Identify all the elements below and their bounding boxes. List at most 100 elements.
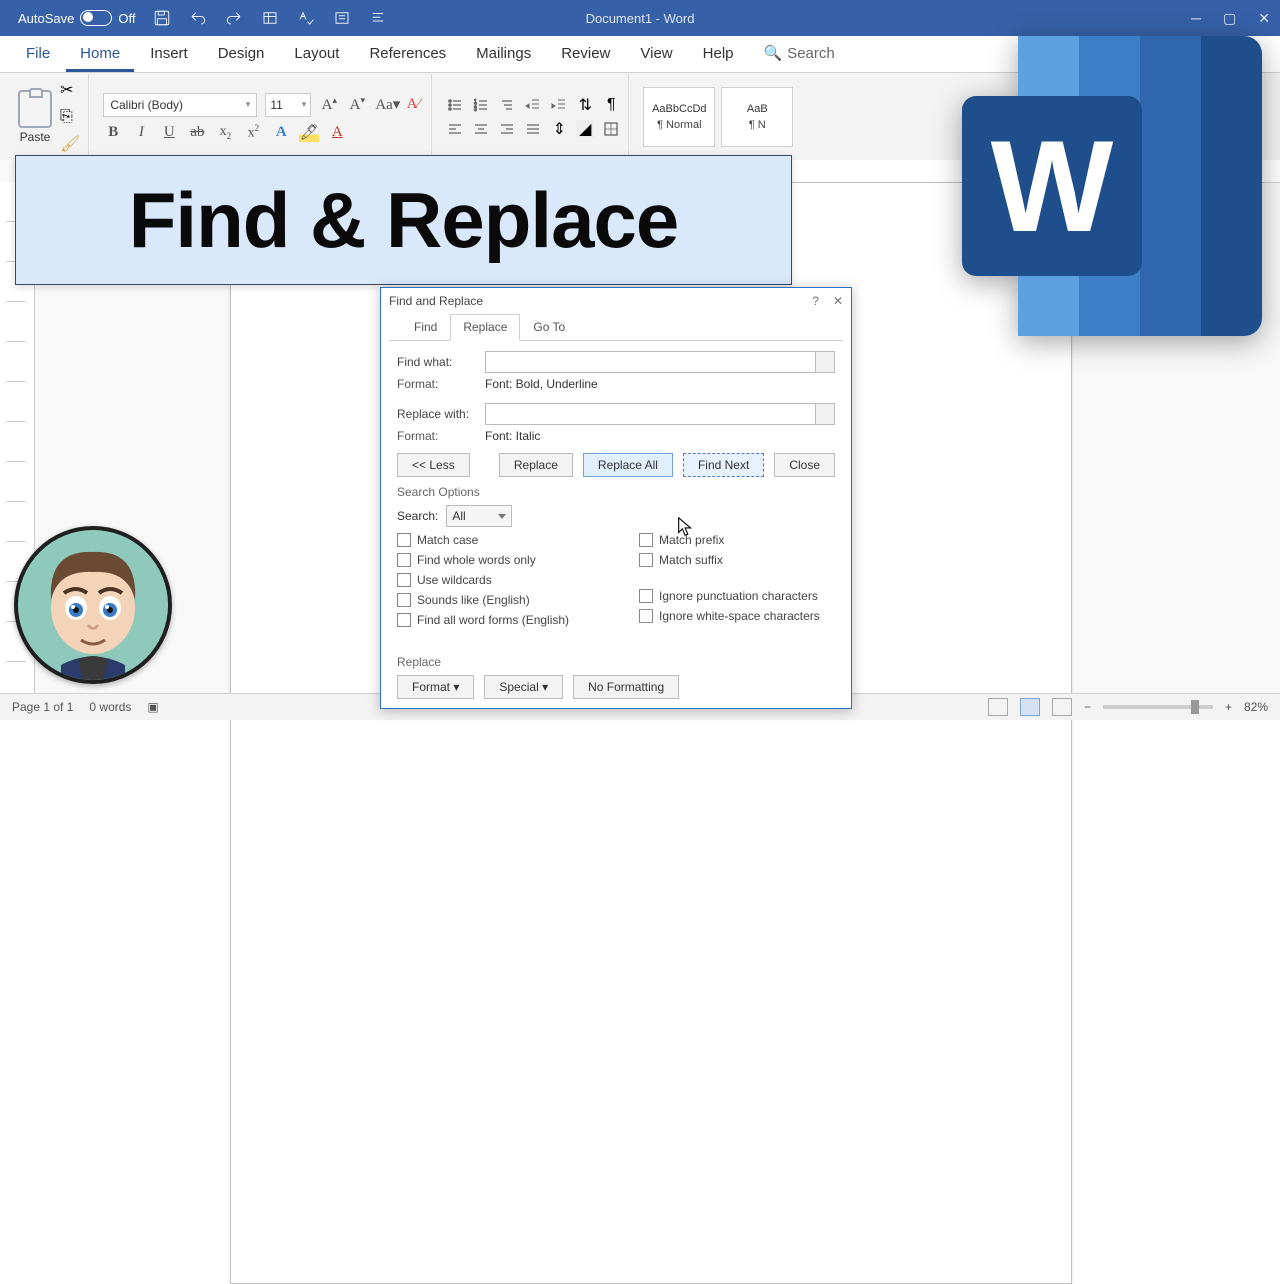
bold-button[interactable]: B: [103, 124, 123, 141]
numbering-icon[interactable]: 123: [472, 96, 490, 114]
multilevel-icon[interactable]: [498, 96, 516, 114]
zoom-level[interactable]: 82%: [1244, 700, 1268, 714]
chk-match-suffix[interactable]: Match suffix: [639, 553, 820, 567]
dialog-help-button[interactable]: ?: [812, 294, 819, 308]
align-left-icon[interactable]: [446, 120, 464, 138]
special-menu-button[interactable]: Special ▾: [484, 675, 563, 699]
chk-ignore-ws[interactable]: Ignore white-space characters: [639, 609, 820, 623]
view-web-icon[interactable]: [1052, 698, 1072, 716]
proofing-icon[interactable]: ▣: [147, 700, 158, 714]
align-center-icon[interactable]: [472, 120, 490, 138]
replace-all-button[interactable]: Replace All: [583, 453, 673, 477]
style-sample-2: AaB: [747, 103, 768, 115]
chk-ignore-punct[interactable]: Ignore punctuation characters: [639, 589, 820, 603]
tab-home[interactable]: Home: [66, 39, 134, 72]
shading-icon[interactable]: ◢: [576, 120, 594, 138]
tab-design[interactable]: Design: [204, 39, 279, 72]
chk-word-forms[interactable]: Find all word forms (English): [397, 613, 569, 627]
tab-references[interactable]: References: [355, 39, 460, 72]
font-size-dropdown[interactable]: 11▾: [265, 93, 311, 117]
view-print-icon[interactable]: [1020, 698, 1040, 716]
close-button[interactable]: ✕: [1258, 10, 1270, 27]
tab-insert[interactable]: Insert: [136, 39, 202, 72]
line-spacing-icon[interactable]: ⇕: [550, 120, 568, 138]
paste-button[interactable]: Paste: [18, 90, 52, 144]
dlg-close-button[interactable]: Close: [774, 453, 835, 477]
tab-help[interactable]: Help: [689, 39, 748, 72]
no-formatting-button[interactable]: No Formatting: [573, 675, 679, 699]
tab-mailings[interactable]: Mailings: [462, 39, 545, 72]
replace-format-label: Format:: [397, 429, 475, 443]
find-next-button[interactable]: Find Next: [683, 453, 764, 477]
dialog-close-button[interactable]: ✕: [833, 294, 843, 308]
qat-icon-2[interactable]: [333, 9, 351, 27]
replace-button[interactable]: Replace: [499, 453, 573, 477]
justify-icon[interactable]: [524, 120, 542, 138]
format-painter-icon[interactable]: 🖌: [60, 134, 80, 154]
cut-icon[interactable]: ✂: [60, 80, 80, 100]
decrease-indent-icon[interactable]: [524, 96, 542, 114]
save-icon[interactable]: [153, 9, 171, 27]
change-case-icon[interactable]: Aa▾: [375, 95, 395, 114]
undo-icon[interactable]: [189, 9, 207, 27]
style-2[interactable]: AaB ¶ N: [721, 87, 793, 147]
word-count[interactable]: 0 words: [89, 700, 131, 714]
text-effects-icon[interactable]: A: [271, 124, 291, 141]
zoom-out-button[interactable]: −: [1084, 700, 1091, 714]
strikethrough-button[interactable]: ab: [187, 124, 207, 141]
view-read-icon[interactable]: [988, 698, 1008, 716]
tab-layout[interactable]: Layout: [280, 39, 353, 72]
style-normal[interactable]: AaBbCcDd ¶ Normal: [643, 87, 715, 147]
pilcrow-icon[interactable]: ¶: [602, 96, 620, 114]
tab-view[interactable]: View: [626, 39, 686, 72]
dlg-tab-replace[interactable]: Replace: [450, 314, 520, 341]
search-scope-label: Search:: [397, 509, 438, 523]
tab-search[interactable]: 🔍Search: [750, 38, 849, 72]
maximize-button[interactable]: ▢: [1223, 10, 1236, 27]
grow-font-icon[interactable]: A▴: [319, 95, 339, 114]
subscript-button[interactable]: x2: [215, 124, 235, 141]
replace-with-input[interactable]: [485, 403, 835, 425]
find-replace-dialog: Find and Replace ? ✕ Find Replace Go To F…: [380, 287, 852, 709]
chk-match-prefix[interactable]: Match prefix: [639, 533, 820, 547]
qat-icon-1[interactable]: [261, 9, 279, 27]
dialog-title: Find and Replace: [389, 294, 483, 308]
tab-review[interactable]: Review: [547, 39, 624, 72]
highlight-icon[interactable]: 🖊: [299, 123, 319, 142]
align-right-icon[interactable]: [498, 120, 516, 138]
copy-icon[interactable]: ⎘: [60, 108, 80, 126]
chk-wildcards[interactable]: Use wildcards: [397, 573, 569, 587]
font-name-dropdown[interactable]: Calibri (Body)▾: [103, 93, 257, 117]
underline-button[interactable]: U: [159, 124, 179, 141]
page-status[interactable]: Page 1 of 1: [12, 700, 73, 714]
chk-sounds-like[interactable]: Sounds like (English): [397, 593, 569, 607]
qat-icon-3[interactable]: [369, 9, 387, 27]
increase-indent-icon[interactable]: [550, 96, 568, 114]
italic-button[interactable]: I: [131, 124, 151, 141]
format-menu-button[interactable]: Format ▾: [397, 675, 474, 699]
less-button[interactable]: << Less: [397, 453, 470, 477]
search-scope-dropdown[interactable]: All: [446, 505, 512, 527]
dlg-tab-goto[interactable]: Go To: [520, 314, 578, 340]
minimize-button[interactable]: ─: [1191, 10, 1201, 26]
shrink-font-icon[interactable]: A▾: [347, 95, 367, 114]
clipboard-icon: [18, 90, 52, 128]
zoom-in-button[interactable]: +: [1225, 700, 1232, 714]
bullets-icon[interactable]: [446, 96, 464, 114]
dlg-tab-find[interactable]: Find: [401, 314, 450, 340]
sort-icon[interactable]: ⇅: [576, 96, 594, 114]
find-what-label: Find what:: [397, 355, 475, 369]
tab-file[interactable]: File: [12, 39, 64, 72]
find-what-input[interactable]: [485, 351, 835, 373]
zoom-slider[interactable]: [1103, 705, 1213, 709]
superscript-button[interactable]: x2: [243, 123, 263, 142]
replace-format-value: Font: Italic: [485, 429, 540, 443]
clear-format-icon[interactable]: A⁄: [403, 96, 423, 113]
font-color-icon[interactable]: A: [327, 124, 347, 141]
spellcheck-icon[interactable]: [297, 9, 315, 27]
borders-icon[interactable]: [602, 120, 620, 138]
chk-whole-words[interactable]: Find whole words only: [397, 553, 569, 567]
chk-match-case[interactable]: Match case: [397, 533, 569, 547]
redo-icon[interactable]: [225, 9, 243, 27]
autosave-toggle[interactable]: AutoSave Off: [18, 10, 135, 26]
